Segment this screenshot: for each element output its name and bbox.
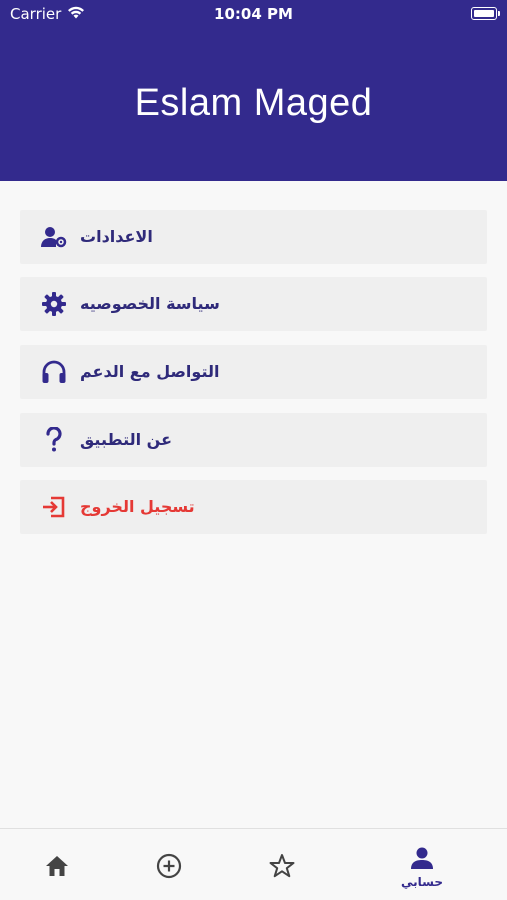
home-icon — [45, 855, 69, 881]
tab-favorites[interactable] — [252, 839, 312, 891]
menu-item-settings[interactable]: الاعدادات — [20, 210, 487, 264]
menu-item-logout[interactable]: تسجيل الخروج — [20, 480, 487, 534]
add-circle-icon — [156, 853, 182, 883]
status-bar: Carrier 10:04 PM — [0, 0, 507, 30]
tab-home[interactable] — [27, 839, 87, 891]
status-time: 10:04 PM — [214, 5, 293, 23]
headphones-icon — [40, 358, 68, 386]
menu-label: الاعدادات — [80, 227, 153, 246]
tab-bar: حسابي — [0, 828, 507, 900]
user-settings-icon — [40, 223, 68, 251]
star-icon — [269, 853, 295, 882]
profile-header: Carrier 10:04 PM Eslam Maged — [0, 0, 507, 181]
menu-label: سياسة الخصوصيه — [80, 294, 220, 313]
battery-icon — [471, 7, 500, 20]
menu-item-about[interactable]: عن التطبيق — [20, 413, 487, 467]
user-icon — [410, 847, 434, 873]
user-name: Eslam Maged — [134, 82, 373, 124]
menu-item-support[interactable]: التواصل مع الدعم — [20, 345, 487, 399]
menu-label: التواصل مع الدعم — [80, 362, 220, 381]
tab-label: حسابي — [400, 875, 443, 889]
tab-account[interactable]: حسابي — [392, 839, 452, 891]
gear-icon — [40, 290, 68, 318]
logout-icon — [40, 493, 68, 521]
question-icon — [40, 426, 68, 454]
menu-label: عن التطبيق — [80, 430, 172, 449]
menu-label: تسجيل الخروج — [80, 497, 195, 516]
tab-add[interactable] — [139, 839, 199, 891]
menu-item-privacy[interactable]: سياسة الخصوصيه — [20, 277, 487, 331]
